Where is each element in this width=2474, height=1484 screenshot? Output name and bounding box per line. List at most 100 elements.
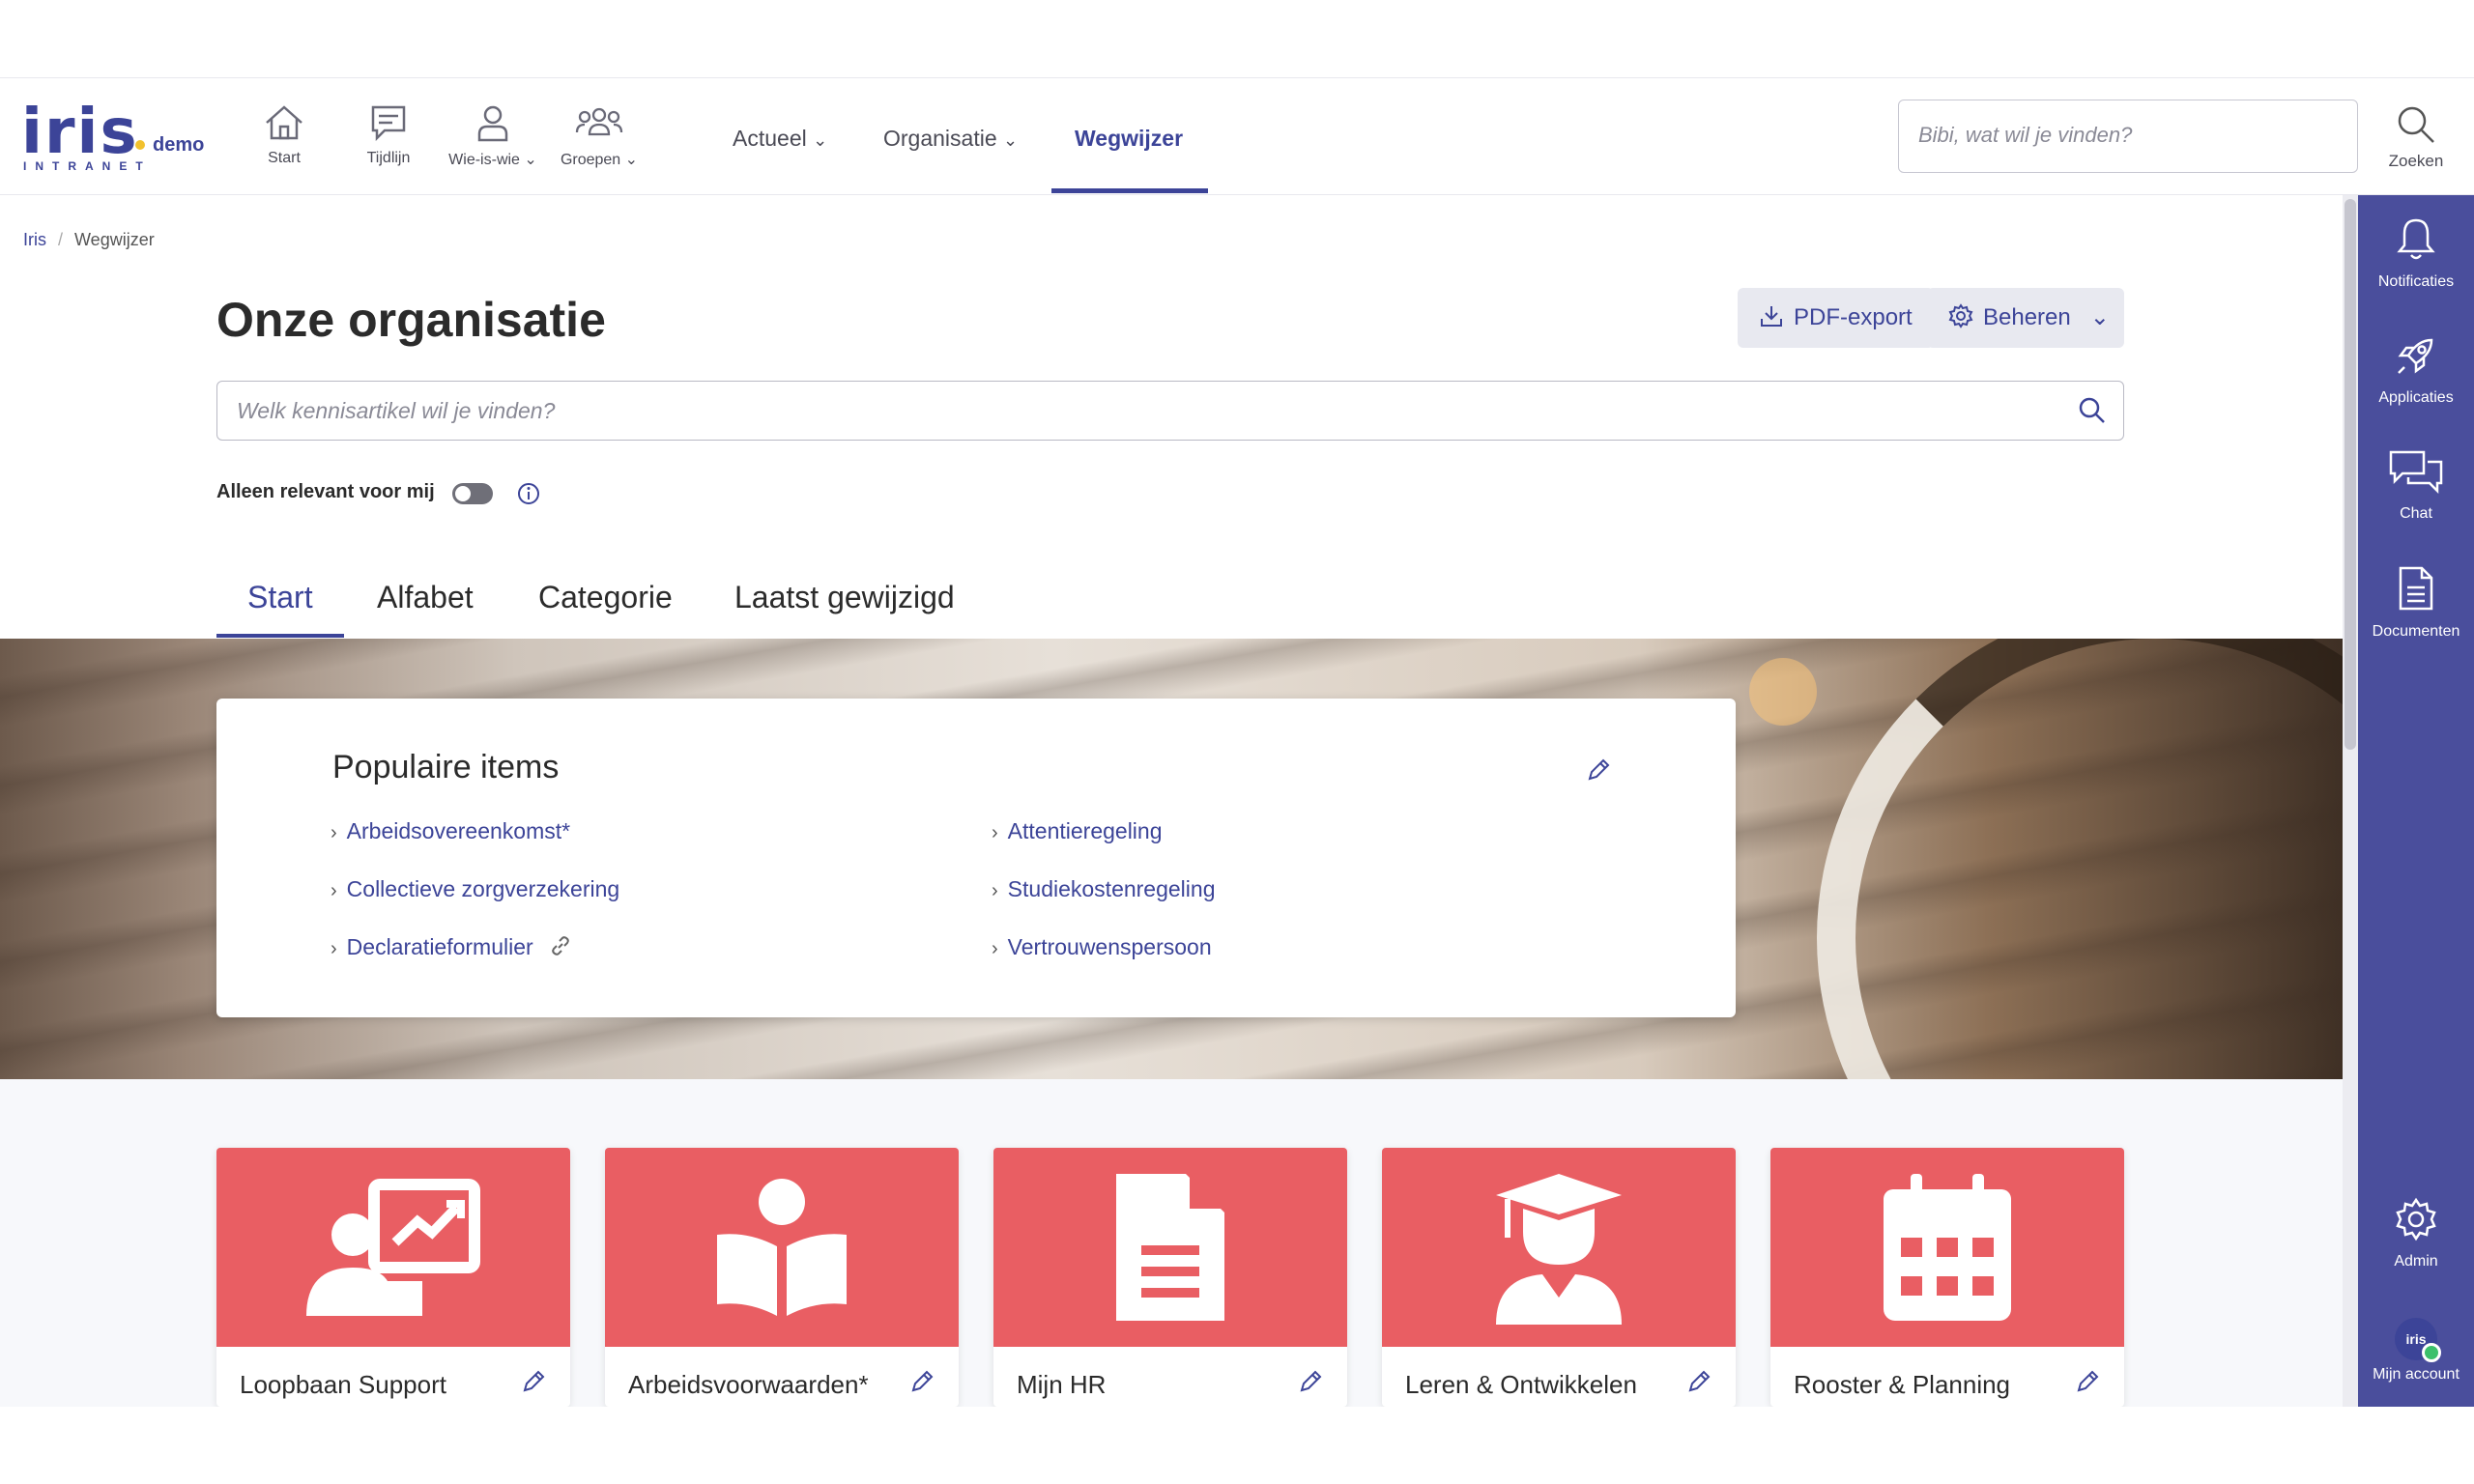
breadcrumb-separator: / xyxy=(58,230,64,249)
tile-loopbaan-support[interactable]: Loopbaan Support xyxy=(216,1148,570,1407)
popular-item-label: Attentieregeling xyxy=(1007,818,1163,843)
menu-actueel[interactable]: Actueel ⌄ xyxy=(733,121,827,156)
tile-arbeidsvoorwaarden[interactable]: Arbeidsvoorwaarden* xyxy=(605,1148,959,1407)
popular-item-label: Collectieve zorgverzekering xyxy=(346,876,620,901)
active-menu-indicator xyxy=(1051,188,1208,193)
person-icon xyxy=(477,105,508,142)
tile-rooster-planning[interactable]: Rooster & Planning xyxy=(1770,1148,2124,1407)
viewport-bottom xyxy=(0,1407,2474,1484)
tile-title: Mijn HR xyxy=(1017,1370,1107,1399)
brand-logo[interactable]: Iris demo INTRANET xyxy=(21,101,215,173)
popular-item-label: Vertrouwenspersoon xyxy=(1007,934,1212,959)
tile-title: Leren & Ontwikkelen xyxy=(1405,1370,1637,1399)
rail-applicaties[interactable]: Applicaties xyxy=(2358,332,2474,407)
logo-tagline: INTRANET xyxy=(23,159,152,173)
tile-title: Rooster & Planning xyxy=(1794,1370,2011,1399)
nav-start[interactable]: Start xyxy=(236,103,332,181)
rocket-icon xyxy=(2398,338,2433,374)
popular-item[interactable]: › Vertrouwenspersoon xyxy=(992,934,1212,960)
rail-admin-label: Admin xyxy=(2394,1253,2438,1270)
tile-header xyxy=(1770,1148,2124,1347)
rail-chat-label: Chat xyxy=(2400,505,2432,522)
search-button-label: Zoeken xyxy=(2388,152,2444,170)
pencil-icon[interactable] xyxy=(520,1368,547,1395)
info-icon[interactable] xyxy=(516,481,541,506)
download-icon xyxy=(1761,306,1782,327)
logo-dot xyxy=(135,140,145,150)
relevant-filter-label: Alleen relevant voor mij xyxy=(216,481,435,502)
pencil-icon[interactable] xyxy=(1585,756,1612,784)
avatar-text: iris xyxy=(2405,1331,2427,1347)
logo-suffix: demo xyxy=(153,134,205,156)
rail-documenten-label: Documenten xyxy=(2372,623,2460,640)
popular-item[interactable]: › Arbeidsovereenkomst* xyxy=(331,818,570,844)
tile-title: Arbeidsvoorwaarden* xyxy=(628,1370,869,1399)
chevron-down-icon: ⌄ xyxy=(2089,304,2110,330)
chat-bubble-icon xyxy=(371,105,406,142)
breadcrumb-root[interactable]: Iris xyxy=(23,230,46,249)
document-icon xyxy=(2399,566,2433,611)
search-button[interactable]: Zoeken xyxy=(2379,103,2453,171)
rail-my-account-label: Mijn account xyxy=(2373,1366,2460,1383)
popular-items-title: Populaire items xyxy=(332,749,560,785)
pencil-icon[interactable] xyxy=(2074,1368,2101,1395)
global-search-input[interactable]: Bibi, wat wil je vinden? xyxy=(1898,100,2358,173)
pencil-icon[interactable] xyxy=(908,1368,935,1395)
menu-wegwijzer[interactable]: Wegwijzer xyxy=(1075,121,1183,156)
popular-item[interactable]: › Declaratieformulier xyxy=(331,934,572,960)
breadcrumb: Iris / Wegwijzer xyxy=(23,230,155,250)
online-status-dot xyxy=(2422,1343,2441,1362)
nav-groepen[interactable]: Groepen ⌄ xyxy=(551,103,647,181)
nav-start-label: Start xyxy=(268,150,301,166)
menu-organisatie-label: Organisatie xyxy=(883,126,997,151)
rail-my-account[interactable]: iris Mijn account xyxy=(2358,1318,2474,1384)
right-rail: Notificaties Applicaties Chat Documenten… xyxy=(2358,195,2474,1407)
tab-laatst-gewijzigd[interactable]: Laatst gewijzigd xyxy=(734,580,955,615)
breadcrumb-current: Wegwijzer xyxy=(74,230,155,249)
group-icon xyxy=(575,107,623,136)
tab-start[interactable]: Start xyxy=(247,580,313,615)
nav-tijdlijn[interactable]: Tijdlijn xyxy=(340,103,437,181)
chevron-right-icon: › xyxy=(992,880,998,901)
tile-header xyxy=(993,1148,1347,1347)
rail-documenten[interactable]: Documenten xyxy=(2358,564,2474,641)
pencil-icon[interactable] xyxy=(1297,1368,1324,1395)
scrollbar-thumb[interactable] xyxy=(2345,199,2356,750)
gear-icon xyxy=(1948,303,1973,328)
menu-actueel-label: Actueel xyxy=(733,126,807,151)
page-title: Onze organisatie xyxy=(216,293,606,347)
rail-chat[interactable]: Chat xyxy=(2358,448,2474,523)
tile-mijn-hr[interactable]: Mijn HR xyxy=(993,1148,1347,1407)
menu-organisatie[interactable]: Organisatie ⌄ xyxy=(883,121,1018,156)
chevron-right-icon: › xyxy=(992,938,998,959)
rail-notificaties[interactable]: Notificaties xyxy=(2358,216,2474,291)
pdf-export-label: PDF-export xyxy=(1794,304,1913,330)
tile-leren-ontwikkelen[interactable]: Leren & Ontwikkelen xyxy=(1382,1148,1736,1407)
manage-button[interactable]: Beheren ⌄ xyxy=(1927,288,2124,348)
tab-categorie[interactable]: Categorie xyxy=(538,580,673,615)
tab-alfabet[interactable]: Alfabet xyxy=(377,580,474,615)
nav-wie-is-wie[interactable]: Wie-is-wie ⌄ xyxy=(445,103,541,181)
chevron-down-icon: ⌄ xyxy=(524,152,537,168)
knowledge-search-input[interactable]: Welk kennisartikel wil je vinden? xyxy=(216,381,2124,441)
relevant-toggle[interactable] xyxy=(452,483,493,504)
popular-items-card: Populaire items › Arbeidsovereenkomst* › A… xyxy=(216,699,1736,1017)
chevron-down-icon: ⌄ xyxy=(624,152,639,168)
search-icon[interactable] xyxy=(2078,396,2107,425)
pencil-icon[interactable] xyxy=(1685,1368,1712,1395)
pdf-export-button[interactable]: PDF-export xyxy=(1738,288,1934,348)
chevron-right-icon: › xyxy=(992,822,998,843)
popular-item[interactable]: › Collectieve zorgverzekering xyxy=(331,876,619,902)
page-scrollbar[interactable] xyxy=(2343,195,2358,1407)
nav-groepen-label: Groepen ⌄ xyxy=(551,150,647,169)
tile-title: Loopbaan Support xyxy=(240,1370,446,1399)
popular-item-label: Studiekostenregeling xyxy=(1007,876,1216,901)
tile-header xyxy=(1382,1148,1736,1347)
chevron-right-icon: › xyxy=(331,880,337,901)
popular-item[interactable]: › Attentieregeling xyxy=(992,818,1163,844)
rail-admin[interactable]: Admin xyxy=(2358,1196,2474,1270)
popular-item[interactable]: › Studiekostenregeling xyxy=(992,876,1216,902)
banner-bokeh xyxy=(1749,658,1817,726)
popular-item-label: Declaratieformulier xyxy=(346,934,533,959)
logo-wordmark: Iris xyxy=(21,97,139,168)
